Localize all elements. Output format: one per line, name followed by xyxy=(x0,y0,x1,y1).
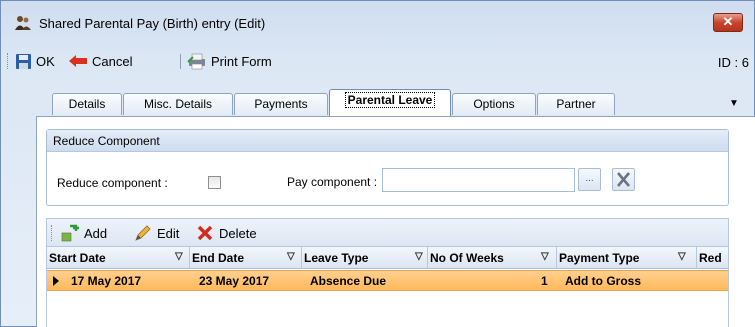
parental-leave-grid: Start Date ▽ End Date ▽ Leave Type ▽ No … xyxy=(46,246,729,327)
tab-strip: Details Misc. Details Payments Parental … xyxy=(41,89,754,117)
column-title: End Date xyxy=(192,251,245,265)
pay-component-clear-button[interactable] xyxy=(612,168,635,191)
tab-label: Options xyxy=(473,97,515,111)
row-indicator-arrow-icon xyxy=(53,276,59,286)
cell-payment-type: Add to Gross xyxy=(565,274,642,288)
back-arrow-icon xyxy=(69,55,87,67)
pay-component-browse-button[interactable]: ... xyxy=(578,168,601,191)
delete-label: Delete xyxy=(219,225,257,241)
cancel-button[interactable]: Cancel xyxy=(68,51,132,71)
add-button[interactable]: Add xyxy=(61,224,107,242)
tab-label: Payments xyxy=(254,97,308,111)
edit-pencil-icon xyxy=(135,225,151,241)
clear-x-icon xyxy=(617,172,630,187)
add-icon xyxy=(61,224,79,242)
column-header-no-of-weeks[interactable]: No Of Weeks ▽ xyxy=(428,247,557,269)
tab-label: Parental Leave xyxy=(344,92,436,108)
filter-icon[interactable]: ▽ xyxy=(175,251,183,262)
tab-label: Partner xyxy=(556,97,596,111)
reduce-component-group: Reduce Component Reduce component : Pay … xyxy=(46,129,729,206)
tab-options[interactable]: Options xyxy=(452,93,536,115)
reduce-component-label: Reduce component : xyxy=(57,176,168,190)
grid-toolbar-grip[interactable] xyxy=(51,225,54,241)
toolbar-grip[interactable] xyxy=(7,53,10,69)
tab-partner[interactable]: Partner xyxy=(537,93,615,115)
print-form-button[interactable]: Print Form xyxy=(187,51,272,71)
print-form-icon xyxy=(187,53,205,69)
tab-label: Details xyxy=(68,97,106,111)
tab-parental-leave[interactable]: Parental Leave xyxy=(329,89,451,116)
table-row[interactable]: 17 May 2017 23 May 2017 Absence Due 1 Ad… xyxy=(47,270,728,291)
column-title: Red xyxy=(699,251,722,265)
print-form-label: Print Form xyxy=(211,53,272,69)
filter-icon[interactable]: ▽ xyxy=(415,251,423,262)
pay-component-input[interactable] xyxy=(382,168,575,192)
column-title: No Of Weeks xyxy=(430,251,504,265)
record-id: ID : 6 xyxy=(717,55,749,70)
column-title: Start Date xyxy=(49,251,106,265)
tab-overflow-chevron-down-icon[interactable]: ▼ xyxy=(729,98,739,109)
edit-label: Edit xyxy=(157,225,180,241)
ok-label: OK xyxy=(36,53,55,69)
tab-payments[interactable]: Payments xyxy=(234,93,328,115)
main-toolbar: OK Cancel Print Form ID : 6 xyxy=(1,47,754,73)
filter-icon[interactable]: ▽ xyxy=(287,251,295,262)
cancel-label: Cancel xyxy=(92,53,133,69)
grid-toolbar: Add Edit Delete xyxy=(46,218,729,246)
tab-details[interactable]: Details xyxy=(52,93,122,115)
cell-end-date: 23 May 2017 xyxy=(199,274,270,288)
column-title: Leave Type xyxy=(304,251,369,265)
column-header-payment-type[interactable]: Payment Type ▽ xyxy=(557,247,697,269)
edit-button[interactable]: Edit xyxy=(134,224,179,242)
dialog-window: Shared Parental Pay (Birth) entry (Edit)… xyxy=(0,0,755,327)
filter-icon[interactable]: ▽ xyxy=(678,251,686,262)
save-icon xyxy=(16,53,31,69)
column-title: Payment Type xyxy=(559,251,640,265)
tab-misc-details[interactable]: Misc. Details xyxy=(123,93,233,115)
delete-button[interactable]: Delete xyxy=(196,224,257,242)
people-icon xyxy=(15,16,31,30)
title-bar: Shared Parental Pay (Birth) entry (Edit)… xyxy=(1,1,754,43)
ok-button[interactable]: OK xyxy=(15,51,55,71)
cell-leave-type: Absence Due xyxy=(310,274,387,288)
column-header-start-date[interactable]: Start Date ▽ xyxy=(47,247,190,269)
filter-icon[interactable]: ▽ xyxy=(541,251,549,262)
column-header-leave-type[interactable]: Leave Type ▽ xyxy=(302,247,428,269)
pay-component-label: Pay component : xyxy=(287,175,378,189)
group-header: Reduce Component xyxy=(47,130,728,152)
column-header-end-date[interactable]: End Date ▽ xyxy=(190,247,302,269)
cell-no-of-weeks: 1 xyxy=(541,274,548,288)
reduce-component-checkbox[interactable] xyxy=(208,176,221,189)
add-label: Add xyxy=(84,225,108,241)
window-title: Shared Parental Pay (Birth) entry (Edit) xyxy=(39,16,266,31)
delete-x-icon xyxy=(197,225,213,241)
grid-header-row: Start Date ▽ End Date ▽ Leave Type ▽ No … xyxy=(47,247,728,269)
toolbar-separator xyxy=(180,54,181,69)
cell-start-date: 17 May 2017 xyxy=(71,274,142,288)
close-button[interactable]: ✕ xyxy=(713,13,743,32)
tab-label: Misc. Details xyxy=(143,97,212,111)
column-header-red[interactable]: Red xyxy=(697,247,728,269)
